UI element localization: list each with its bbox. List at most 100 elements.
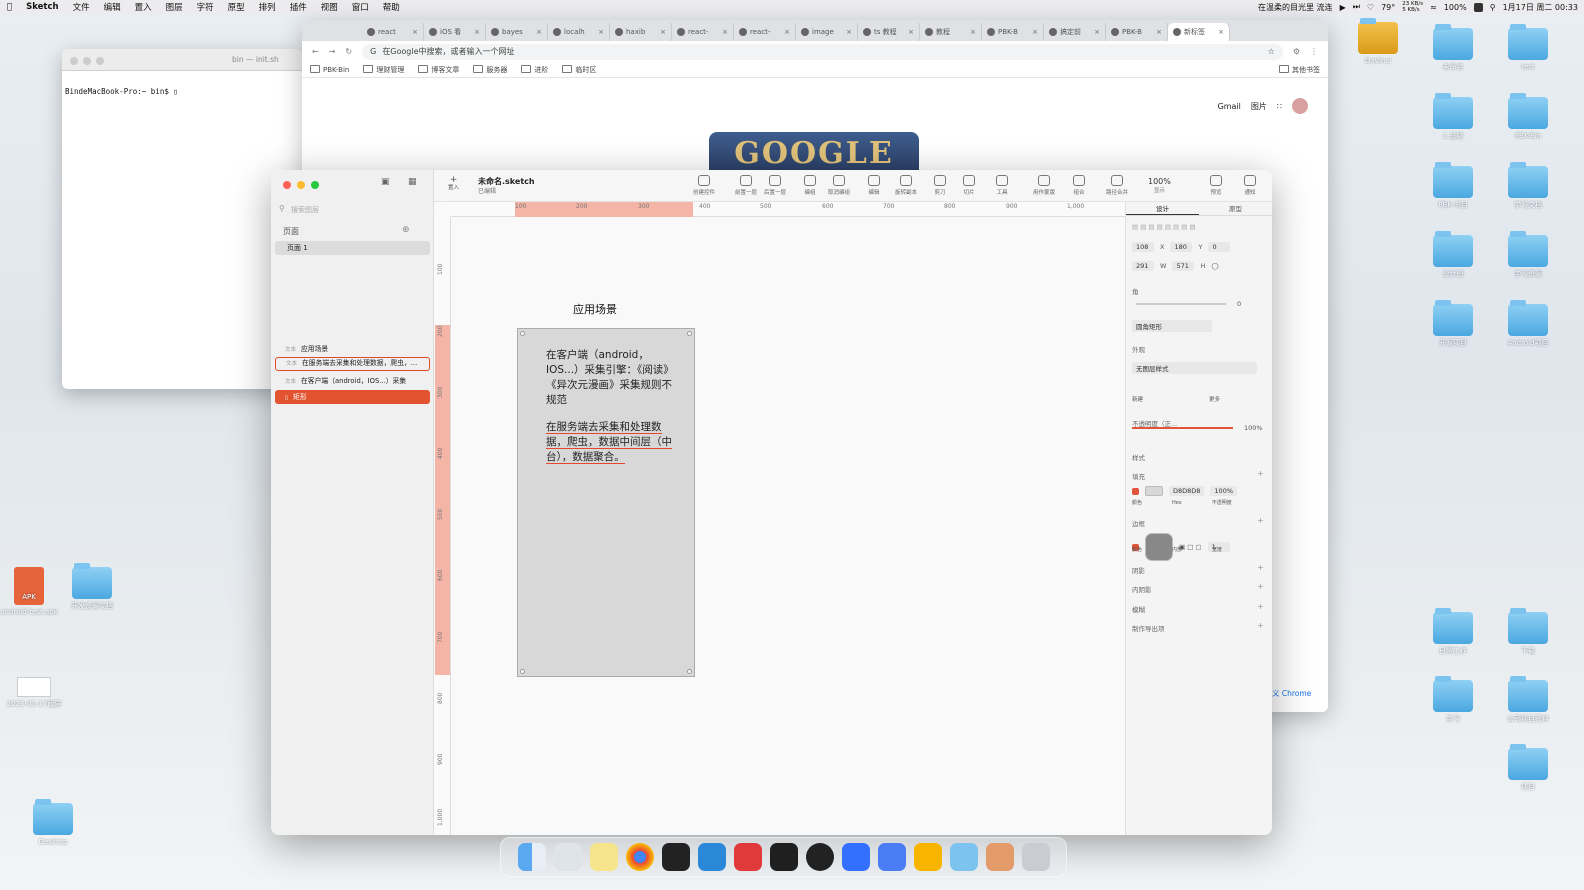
- close-tab-icon[interactable]: ×: [846, 28, 852, 36]
- temperature[interactable]: 79°: [1381, 3, 1395, 12]
- address-bar[interactable]: G 在Google中搜索，或者输入一个网址 ☆: [362, 43, 1283, 60]
- terminal-icon[interactable]: [661, 843, 690, 871]
- menu-arrange[interactable]: 排列: [252, 1, 283, 13]
- desktop-folder[interactable]: PBK-Bin: [1493, 93, 1563, 141]
- zoom-control[interactable]: 100% 显示: [1148, 177, 1171, 194]
- rotation-input[interactable]: 0: [1208, 242, 1231, 252]
- text-block-server-content[interactable]: 在服务端去采集和处理数据，爬虫，数据中间层（中台），数据聚合。: [546, 421, 672, 464]
- add-inner-shadow-icon[interactable]: +: [1257, 582, 1264, 591]
- add-shadow-icon[interactable]: +: [1257, 563, 1264, 572]
- browser-tab[interactable]: 教程 ×: [920, 23, 982, 41]
- battery-percent[interactable]: 100%: [1444, 3, 1467, 12]
- combine-button[interactable]: 组合: [1064, 175, 1094, 196]
- bookmark-item[interactable]: 博客文章: [418, 65, 459, 75]
- layer-item[interactable]: 文本 在客户端（android，IOS...）采集: [275, 374, 430, 388]
- layer-item[interactable]: 文本 应用场景: [275, 342, 430, 356]
- browser-tab[interactable]: 搞定前 ×: [1044, 23, 1106, 41]
- resize-handle[interactable]: [520, 669, 525, 674]
- add-fill-icon[interactable]: +: [1257, 469, 1264, 478]
- opacity-value[interactable]: 100%: [1244, 424, 1263, 432]
- heart-icon[interactable]: ♡: [1367, 3, 1374, 12]
- menu-layer[interactable]: 图层: [159, 1, 190, 13]
- bookmark-item[interactable]: 进阶: [521, 65, 548, 75]
- tools-button[interactable]: 工具: [987, 175, 1017, 196]
- desktop-folder[interactable]: 项目: [1493, 744, 1563, 792]
- next-icon[interactable]: ⏭: [1353, 2, 1360, 12]
- forward-button[interactable]: 前置一层: [731, 175, 761, 196]
- browser-tab[interactable]: 新标签 ×: [1168, 23, 1230, 41]
- text-block-server[interactable]: 在服务端去采集和处理数据，爬虫，数据中间层（中台），数据聚合。: [546, 420, 676, 465]
- layer-item-selected[interactable]: ▯ 矩形: [275, 390, 430, 404]
- use-as-mask-button[interactable]: 用作蒙版: [1029, 175, 1059, 196]
- menu-window[interactable]: 窗口: [345, 1, 376, 13]
- edit-button[interactable]: 编辑: [859, 175, 889, 196]
- feishu-icon[interactable]: [841, 843, 870, 871]
- customize-chrome-link[interactable]: 义 Chrome: [1272, 688, 1311, 699]
- resize-handle[interactable]: [520, 331, 525, 336]
- close-tab-icon[interactable]: ×: [908, 28, 914, 36]
- browser-tab[interactable]: haxib ×: [610, 23, 672, 41]
- browser-tab[interactable]: image ×: [796, 23, 858, 41]
- canvas-view-icon[interactable]: ▣: [381, 177, 390, 187]
- shape-type-select[interactable]: 圆角矩形: [1132, 320, 1212, 332]
- components-view-icon[interactable]: ▦: [408, 177, 417, 187]
- star-icon[interactable]: ☆: [1268, 47, 1275, 56]
- bookmark-item[interactable]: 临时区: [562, 65, 596, 75]
- browser-tab[interactable]: PBK-B ×: [982, 23, 1044, 41]
- desktop-folder[interactable]: Android项目: [1493, 300, 1563, 348]
- images-link[interactable]: 图片: [1251, 101, 1267, 112]
- terminal-prompt[interactable]: BindeMacBook-Pro:~ bin$ ▯: [62, 71, 302, 96]
- reload-icon[interactable]: ↻: [345, 47, 352, 56]
- minimize-icon[interactable]: [83, 57, 91, 65]
- close-tab-icon[interactable]: ×: [1218, 28, 1224, 36]
- scissors-button[interactable]: 剪刀: [925, 175, 955, 196]
- menu-icon[interactable]: ⋮: [1310, 47, 1318, 56]
- desktop-folder[interactable]: 下载: [1493, 608, 1563, 656]
- back-icon[interactable]: ←: [312, 47, 319, 56]
- search-icon[interactable]: ⚲: [1490, 3, 1496, 12]
- browser-tab[interactable]: iOS 看 ×: [424, 23, 486, 41]
- desktop-folder[interactable]: PBK-书目: [1418, 162, 1488, 210]
- menu-text[interactable]: 字符: [190, 1, 221, 13]
- lock-icon[interactable]: ◯: [1211, 262, 1218, 270]
- close-tab-icon[interactable]: ×: [1032, 28, 1038, 36]
- notifications-button[interactable]: 通知: [1235, 175, 1265, 196]
- close-tab-icon[interactable]: ×: [1156, 28, 1162, 36]
- text-block-client[interactable]: 在客户端（android，IOS...）采集引擎：《阅读》《异次元漫画》采集规则…: [546, 348, 676, 408]
- y-input[interactable]: 180: [1170, 242, 1193, 252]
- add-blur-icon[interactable]: +: [1257, 602, 1264, 611]
- close-tab-icon[interactable]: ×: [660, 28, 666, 36]
- netease-music-icon[interactable]: [733, 843, 762, 871]
- battery-icon[interactable]: [1473, 2, 1483, 12]
- corner-value[interactable]: 0: [1237, 300, 1241, 308]
- vertical-ruler[interactable]: 100 200 300 400 500 600 700 800 900 1,00…: [434, 217, 451, 835]
- more-button[interactable]: 更多: [1209, 395, 1220, 403]
- sketch-icon[interactable]: [913, 843, 942, 871]
- close-tab-icon[interactable]: ×: [536, 28, 542, 36]
- browser-tab[interactable]: react- ×: [672, 23, 734, 41]
- gmail-link[interactable]: Gmail: [1218, 102, 1241, 111]
- group-button[interactable]: 编组: [795, 175, 825, 196]
- close-tab-icon[interactable]: ×: [1094, 28, 1100, 36]
- google-doodle[interactable]: GOOGLE: [709, 132, 919, 172]
- desktop-folder[interactable]: 设计图: [1418, 231, 1488, 279]
- backward-button[interactable]: 后置一层: [760, 175, 790, 196]
- preview-icon[interactable]: [985, 843, 1014, 871]
- browser-tab[interactable]: react- ×: [734, 23, 796, 41]
- menu-app-name[interactable]: Sketch: [19, 2, 65, 12]
- avatar[interactable]: [1292, 98, 1308, 114]
- apps-icon[interactable]: ∷: [1277, 102, 1282, 111]
- other-bookmarks[interactable]: 其他书签: [1279, 65, 1320, 75]
- add-export-icon[interactable]: +: [1257, 621, 1264, 630]
- desktop-folder[interactable]: test: [1493, 24, 1563, 72]
- menu-insert[interactable]: 置入: [128, 1, 159, 13]
- menu-prototype[interactable]: 原型: [221, 1, 252, 13]
- rotate-copies-button[interactable]: 旋转副本: [891, 175, 921, 196]
- desktop-screenshot-file[interactable]: 2023-01-17截屏: [0, 677, 69, 709]
- desktop-folder[interactable]: 学习资源: [1493, 231, 1563, 279]
- page-item-1[interactable]: 页面 1: [275, 241, 430, 255]
- downloads-folder-icon[interactable]: [949, 843, 978, 871]
- play-icon[interactable]: ▶: [1340, 3, 1346, 12]
- menu-file[interactable]: 文件: [66, 1, 97, 13]
- resize-handle[interactable]: [687, 331, 692, 336]
